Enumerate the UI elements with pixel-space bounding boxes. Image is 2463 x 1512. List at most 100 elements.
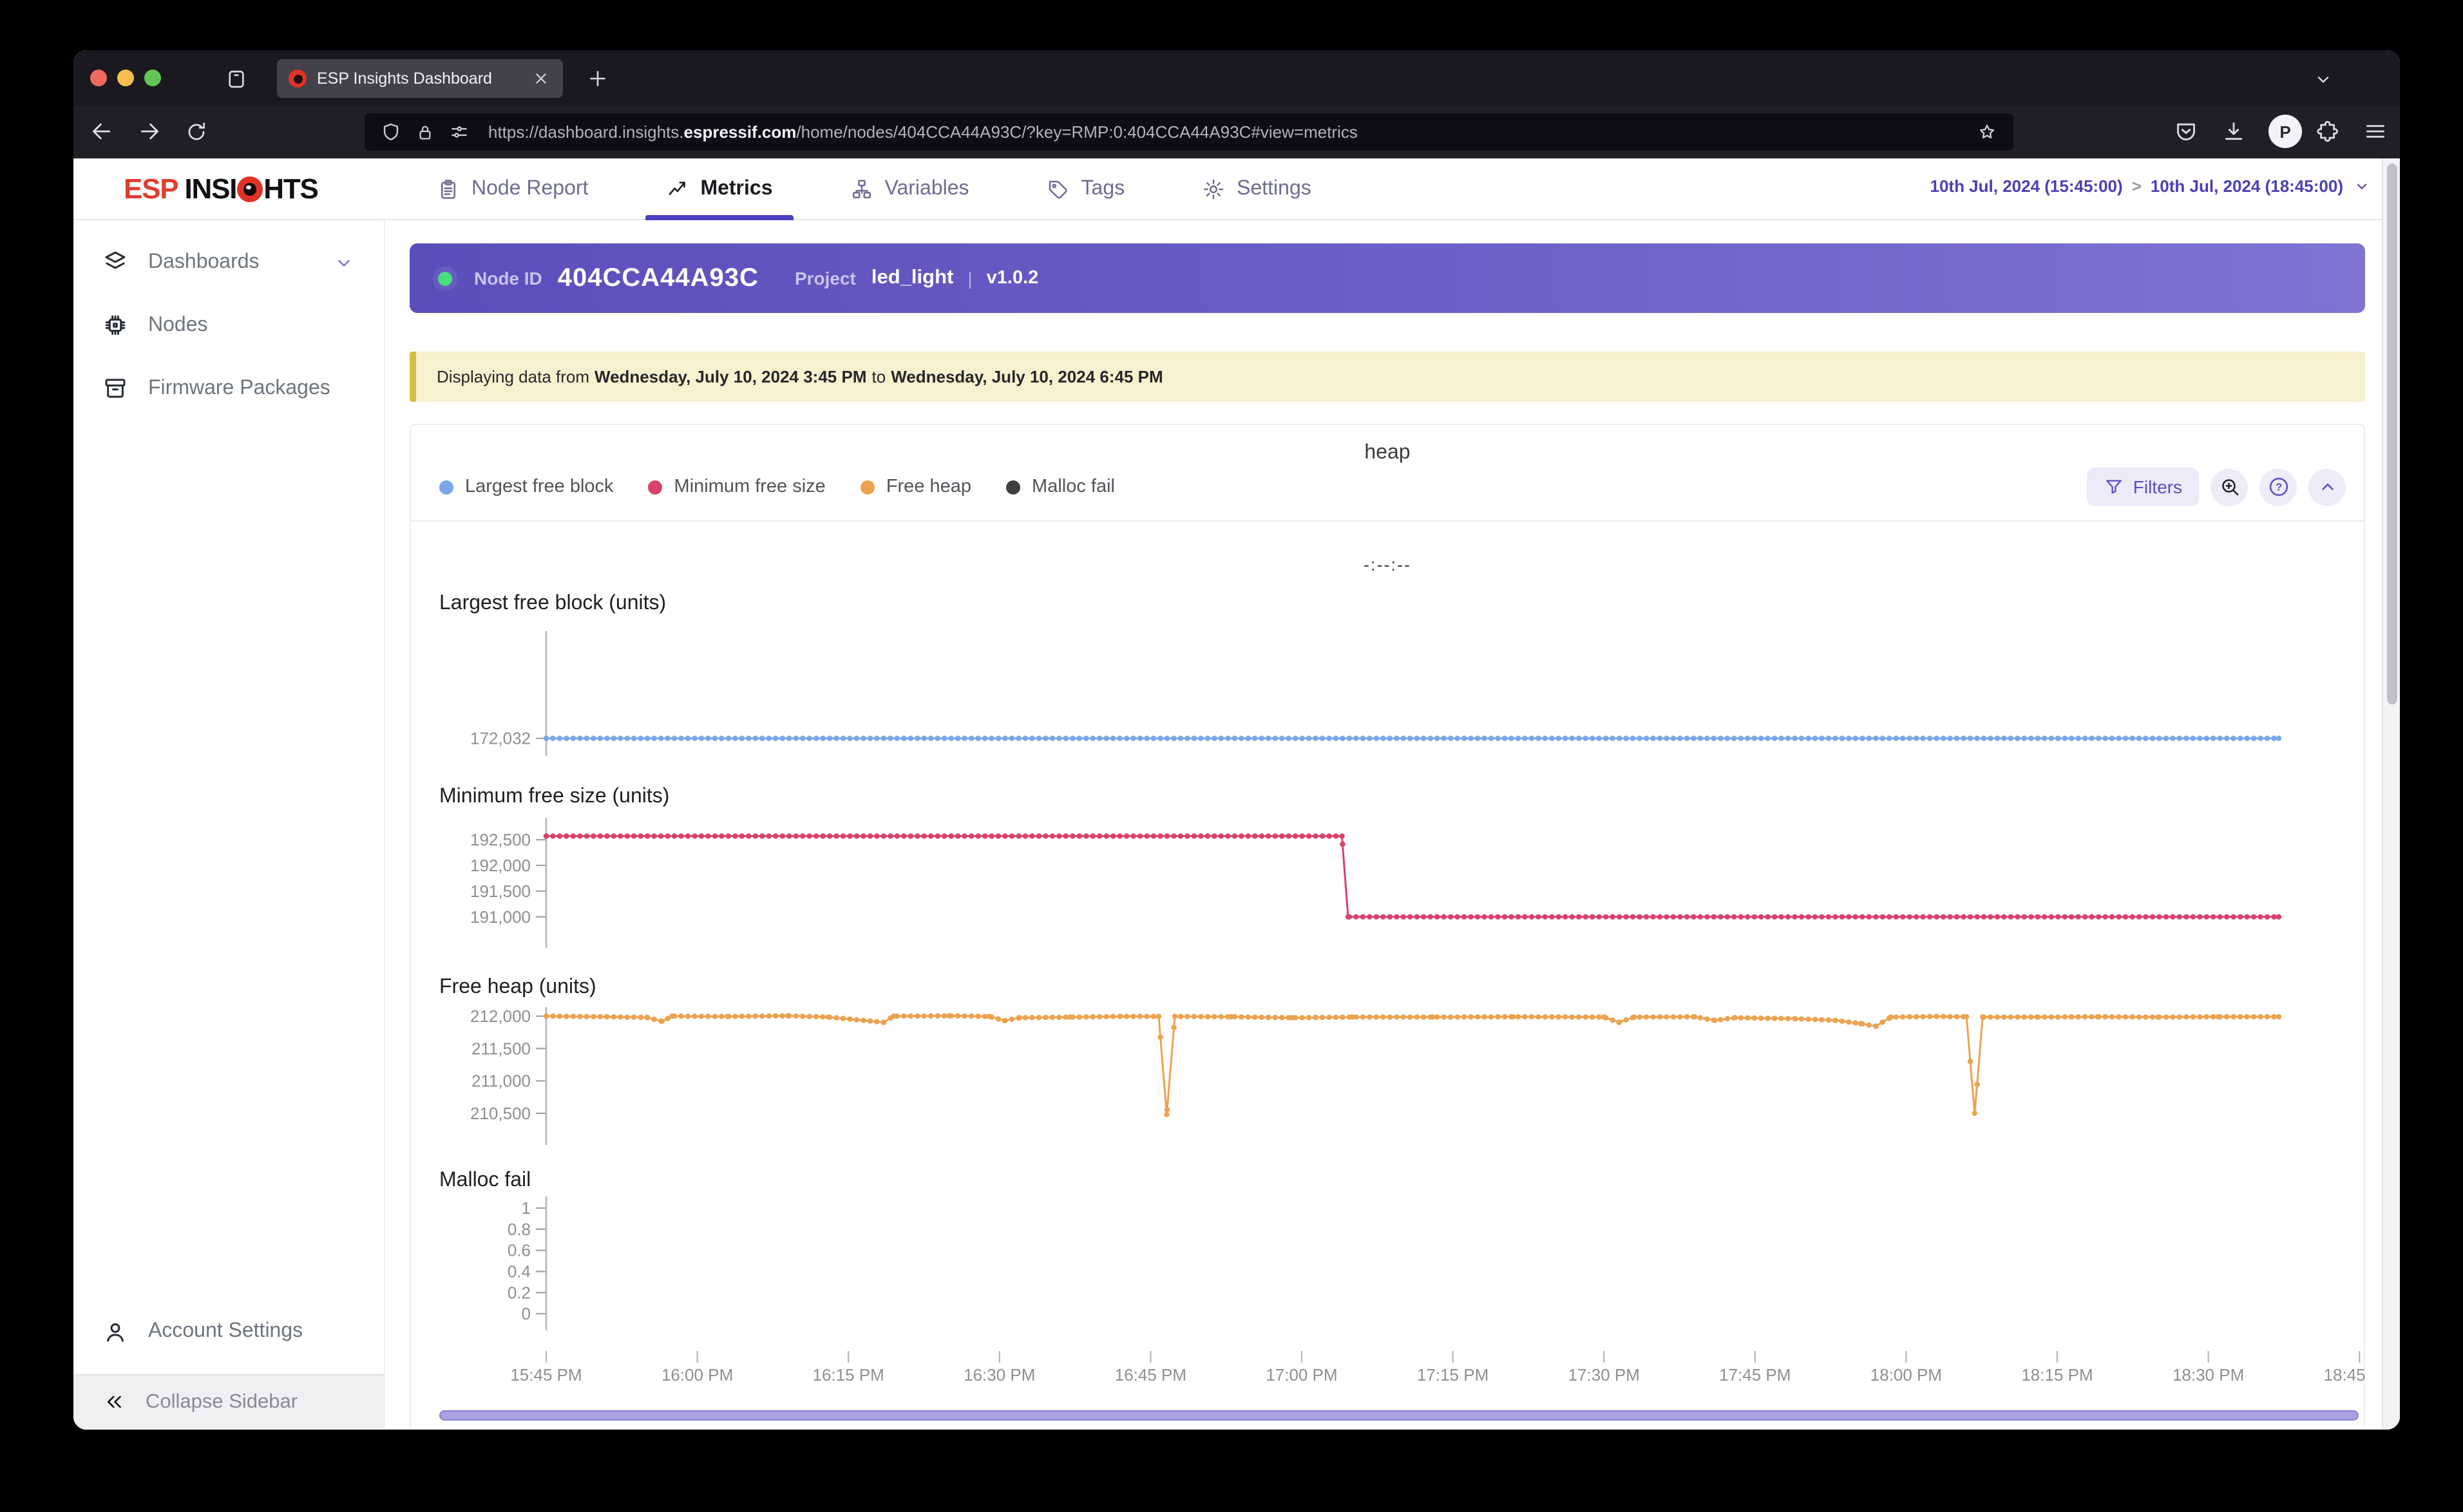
gear-icon: [1204, 179, 1224, 200]
browser-tab[interactable]: ESP Insights Dashboard: [277, 59, 563, 98]
chart-title: Free heap (units): [439, 974, 596, 997]
chevron-up-icon: [2321, 483, 2333, 491]
x-tick-label: 17:30 PM: [1568, 1365, 1640, 1384]
clipboard-icon: [441, 180, 456, 199]
legend-dot: [860, 480, 875, 494]
chart-title: Minimum free size (units): [439, 784, 669, 807]
legend-item-malloc-fail: Malloc fail: [1006, 477, 1115, 497]
permissions-icon[interactable]: [448, 121, 470, 143]
range-selector[interactable]: [439, 1410, 2359, 1421]
trend-up-icon: [669, 182, 685, 195]
legend-dot: [1006, 480, 1021, 494]
puzzle-icon: [2317, 120, 2338, 142]
chart-legend: Largest free block Minimum free size Free …: [439, 477, 1115, 497]
legend-item-largest-free-block: Largest free block: [439, 477, 614, 497]
chart-title: Malloc fail: [439, 1167, 531, 1191]
sidebar-item-firmware-packages[interactable]: Firmware Packages: [73, 357, 384, 420]
browser-tab-bar: ESP Insights Dashboard: [73, 50, 2400, 106]
collapse-sidebar-button[interactable]: Collapse Sidebar: [73, 1374, 384, 1428]
panel-controls: Filters ?: [2086, 468, 2346, 506]
scrollbar-thumb[interactable]: [2386, 164, 2397, 704]
tab-close-icon[interactable]: [531, 68, 551, 89]
collapse-panel-button[interactable]: [2308, 468, 2346, 506]
date-range-notice: Displaying data from Wednesday, July 10,…: [410, 352, 2365, 402]
help-button[interactable]: ?: [2259, 468, 2297, 506]
heap-metrics-panel: heap Largest free block Minimum free size…: [410, 424, 2366, 1428]
date-range-separator: >: [2131, 176, 2142, 196]
hamburger-menu-icon: [2366, 125, 2384, 138]
tab-tags[interactable]: Tags: [1047, 158, 1125, 220]
sidebar-item-label: Firmware Packages: [148, 377, 330, 399]
panel-title: heap: [1364, 442, 1411, 464]
legend-item-free-heap: Free heap: [860, 477, 971, 497]
bookmark-star-icon[interactable]: [1976, 121, 1998, 143]
tab-label: Tags: [1081, 178, 1125, 200]
y-tick-label: 172,032: [470, 729, 531, 748]
zoom-in-button[interactable]: [2211, 468, 2248, 506]
filters-button[interactable]: Filters: [2086, 468, 2199, 506]
sidebar-item-account-settings[interactable]: Account Settings: [73, 1305, 384, 1359]
shield-icon[interactable]: [380, 121, 402, 143]
x-tick-label: 17:45 PM: [1719, 1365, 1791, 1384]
sitemap-icon: [852, 180, 871, 199]
pocket-button[interactable]: [2173, 115, 2207, 148]
tab-variables[interactable]: Variables: [850, 158, 969, 220]
desktop: ESP Insights Dashboard https://dashboard…: [0, 0, 2463, 1512]
tab-metrics[interactable]: Metrics: [645, 158, 794, 220]
window-controls: [90, 70, 161, 86]
legend-label: Largest free block: [465, 477, 614, 497]
chevron-down-icon: [338, 259, 350, 266]
browser-window: ESP Insights Dashboard https://dashboard…: [73, 50, 2400, 1430]
sidebar-item-label: Dashboards: [148, 250, 260, 272]
tab-label: Metrics: [700, 178, 773, 200]
date-range-from: 10th Jul, 2024 (15:45:00): [1930, 176, 2123, 196]
downloads-button[interactable]: [2221, 115, 2254, 148]
project-label: Project: [794, 268, 856, 288]
profile-avatar[interactable]: P: [2268, 115, 2302, 148]
close-window-button[interactable]: [90, 70, 107, 86]
app-body: Dashboards Nodes Firmware Packages Account…: [73, 220, 2400, 1428]
back-arrow-icon: [93, 123, 111, 140]
sidebar-item-dashboards[interactable]: Dashboards: [73, 231, 384, 294]
extensions-button[interactable]: [2315, 115, 2348, 148]
forward-button[interactable]: [137, 115, 170, 148]
back-button[interactable]: [89, 115, 122, 148]
notice-to-word: to: [871, 367, 886, 386]
download-icon: [2225, 122, 2243, 140]
notice-to-date: Wednesday, July 10, 2024 6:45 PM: [891, 367, 1163, 386]
firefox-view-button[interactable]: [219, 62, 252, 95]
minimize-window-button[interactable]: [117, 70, 134, 86]
logo-insi-text: INSI: [184, 173, 237, 205]
y-tick-label: 0: [522, 1304, 531, 1323]
panel-divider: [411, 520, 2364, 522]
page-scrollbar[interactable]: [2382, 158, 2400, 1430]
chevron-down-icon: [2357, 184, 2367, 189]
tab-title: ESP Insights Dashboard: [317, 70, 492, 88]
legend-label: Malloc fail: [1032, 477, 1115, 497]
tag-icon: [1049, 180, 1068, 199]
tab-node-report[interactable]: Node Report: [437, 158, 588, 220]
reload-button[interactable]: [184, 115, 218, 148]
menu-button[interactable]: [2363, 115, 2396, 148]
tab-label: Variables: [884, 178, 969, 200]
y-tick-label: 0.6: [508, 1241, 531, 1260]
x-tick-label: 16:15 PM: [813, 1365, 884, 1384]
tab-list-button[interactable]: [2312, 63, 2343, 94]
chart-largest-free-block-units: Largest free block (units) 172,032: [439, 591, 2282, 756]
metrics-charts[interactable]: Largest free block (units) 172,032 Minimum…: [411, 581, 2366, 1392]
x-tick-label: 15:45 PM: [510, 1365, 582, 1384]
sidebar-item-label: Nodes: [148, 314, 208, 335]
url-bar[interactable]: https://dashboard.insights.espressif.com…: [365, 113, 2013, 151]
x-tick-label: 18:30 PM: [2173, 1365, 2244, 1384]
y-tick-label: 211,500: [471, 1039, 531, 1058]
tab-settings[interactable]: Settings: [1202, 158, 1311, 220]
zoom-window-button[interactable]: [144, 70, 161, 86]
chart-free-heap-units: Free heap (units) 212,000 211,500 211,000 21…: [439, 974, 2282, 1145]
x-tick-label: 16:30 PM: [964, 1365, 1035, 1384]
date-range-picker[interactable]: 10th Jul, 2024 (15:45:00) > 10th Jul, 20…: [1930, 176, 2372, 196]
new-tab-button[interactable]: [586, 63, 617, 94]
browser-toolbar: https://dashboard.insights.espressif.com…: [73, 106, 2400, 158]
sidebar-item-nodes[interactable]: Nodes: [73, 294, 384, 357]
pocket-icon: [2177, 123, 2195, 140]
lock-icon[interactable]: [415, 122, 435, 142]
